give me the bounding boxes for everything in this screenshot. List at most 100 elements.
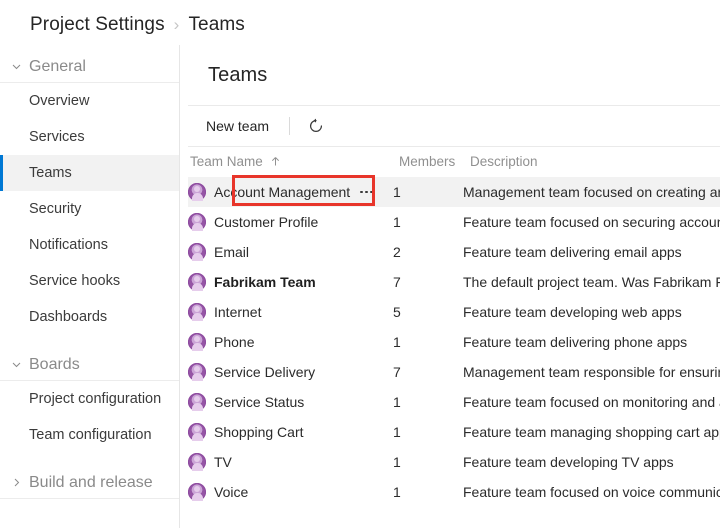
team-avatar-icon (188, 243, 206, 261)
cell-description: Feature team focused on securing account… (463, 214, 720, 230)
sidebar-item-notifications[interactable]: Notifications (0, 227, 179, 263)
table-row[interactable]: Internet 5 Feature team developing web app… (188, 297, 720, 327)
table-row[interactable]: Account Management 1 Management team focus… (188, 177, 720, 207)
cell-description: Feature team developing web apps (463, 304, 682, 320)
breadcrumb-teams[interactable]: Teams (188, 14, 244, 36)
cell-description: Feature team focused on voice communicat… (463, 484, 720, 500)
table-row[interactable]: Customer Profile 1 Feature team focused on… (188, 207, 720, 237)
sidebar-group-spacer (0, 335, 179, 349)
cell-team-name[interactable]: Service Delivery (188, 363, 393, 381)
team-avatar-icon (188, 393, 206, 411)
cell-team-name[interactable]: Email (188, 243, 393, 261)
chevron-right-icon (8, 475, 24, 491)
sidebar-item-label: Overview (29, 93, 90, 109)
toolbar-divider (289, 117, 291, 135)
cell-team-name[interactable]: Service Status (188, 393, 393, 411)
cell-description: Feature team delivering phone apps (463, 334, 688, 350)
breadcrumb: Project Settings › Teams (30, 11, 245, 39)
column-header-team-name[interactable]: Team Name (188, 154, 395, 169)
team-name-link[interactable]: Account Management (214, 185, 350, 199)
team-name-link[interactable]: Fabrikam Team (214, 275, 316, 289)
sidebar-item-service-hooks[interactable]: Service hooks (0, 263, 179, 299)
column-header-members[interactable]: Members (395, 154, 469, 169)
cell-members-count: 7 (393, 274, 401, 290)
cell-description: Feature team delivering email apps (463, 244, 682, 260)
cell-members-count: 1 (393, 184, 401, 200)
table-row[interactable]: Phone 1 Feature team delivering phone apps (188, 327, 720, 357)
sidebar-item-overview[interactable]: Overview (0, 83, 179, 119)
team-name-link[interactable]: Phone (214, 335, 254, 349)
cell-members-count: 1 (393, 214, 401, 230)
sidebar-item-label: Security (29, 201, 82, 217)
cell-team-name[interactable]: Internet (188, 303, 393, 321)
team-name-link[interactable]: Voice (214, 485, 248, 499)
team-avatar-icon (188, 183, 206, 201)
page-title: Teams (208, 64, 268, 86)
chevron-down-icon (8, 357, 24, 373)
cell-description: The default project team. Was Fabrikam F… (463, 274, 720, 290)
team-name-link[interactable]: Service Status (214, 395, 304, 409)
team-avatar-icon (188, 423, 206, 441)
settings-sidebar: General Overview Services Teams Security Noti… (0, 45, 180, 528)
team-avatar-icon (188, 213, 206, 231)
cell-description: Feature team developing TV apps (463, 454, 674, 470)
team-name-link[interactable]: TV (214, 455, 232, 469)
cell-members-count: 7 (393, 364, 401, 380)
team-avatar-icon (188, 453, 206, 471)
column-header-description[interactable]: Description (469, 154, 720, 169)
sidebar-item-label: Notifications (29, 237, 108, 253)
cell-description: Feature team managing shopping cart apps (463, 424, 720, 440)
table-row[interactable]: Fabrikam Team 7 The default project team. … (188, 267, 720, 297)
sidebar-item-team-configuration[interactable]: Team configuration (0, 417, 179, 453)
cell-team-name[interactable]: Voice (188, 483, 393, 501)
cell-members-count: 1 (393, 394, 401, 410)
cell-members-count: 2 (393, 244, 401, 260)
sidebar-group-general[interactable]: General (0, 51, 179, 83)
cell-team-name[interactable]: Shopping Cart (188, 423, 393, 441)
team-name-link[interactable]: Customer Profile (214, 215, 318, 229)
sidebar-item-dashboards[interactable]: Dashboards (0, 299, 179, 335)
sidebar-item-label: Teams (29, 165, 72, 181)
team-avatar-icon (188, 483, 206, 501)
sidebar-group-boards[interactable]: Boards (0, 349, 179, 381)
team-name-link[interactable]: Email (214, 245, 249, 259)
table-row[interactable]: Voice 1 Feature team focused on voice comm… (188, 477, 720, 507)
cell-team-name[interactable]: Fabrikam Team (188, 273, 393, 291)
table-row[interactable]: TV 1 Feature team developing TV apps (188, 447, 720, 477)
column-header-team-name-label: Team Name (190, 154, 263, 169)
breadcrumb-project-settings[interactable]: Project Settings (30, 14, 165, 36)
sidebar-item-teams[interactable]: Teams (0, 155, 179, 191)
sidebar-group-build-and-release[interactable]: Build and release (0, 467, 179, 499)
table-body: Account Management 1 Management team focus… (188, 177, 720, 507)
cell-members-count: 5 (393, 304, 401, 320)
cell-team-name[interactable]: Account Management (188, 183, 393, 201)
main-content: Teams New team Team Name Members Descrip… (180, 45, 720, 528)
table-row[interactable]: Service Status 1 Feature team focused on m… (188, 387, 720, 417)
sidebar-item-security[interactable]: Security (0, 191, 179, 227)
breadcrumb-separator-icon: › (173, 15, 180, 34)
sidebar-group-label: Build and release (29, 473, 153, 491)
refresh-icon[interactable] (302, 112, 330, 140)
sidebar-item-label: Project configuration (29, 391, 162, 407)
table-row[interactable]: Email 2 Feature team delivering email apps (188, 237, 720, 267)
team-avatar-icon (188, 363, 206, 381)
sidebar-item-label: Dashboards (29, 309, 108, 325)
cell-team-name[interactable]: Phone (188, 333, 393, 351)
new-team-button[interactable]: New team (200, 114, 275, 138)
team-name-link[interactable]: Internet (214, 305, 261, 319)
cell-members-count: 1 (393, 454, 401, 470)
sidebar-group-label: General (29, 57, 86, 75)
cell-team-name[interactable]: Customer Profile (188, 213, 393, 231)
sidebar-item-project-configuration[interactable]: Project configuration (0, 381, 179, 417)
team-name-link[interactable]: Service Delivery (214, 365, 315, 379)
table-header-row: Team Name Members Description (188, 146, 720, 177)
cell-members-count: 1 (393, 334, 401, 350)
row-more-actions-icon[interactable] (360, 190, 373, 194)
sidebar-item-services[interactable]: Services (0, 119, 179, 155)
team-avatar-icon (188, 273, 206, 291)
team-name-link[interactable]: Shopping Cart (214, 425, 304, 439)
table-row[interactable]: Shopping Cart 1 Feature team managing shop… (188, 417, 720, 447)
cell-team-name[interactable]: TV (188, 453, 393, 471)
table-row[interactable]: Service Delivery 7 Management team respons… (188, 357, 720, 387)
cell-description: Feature team focused on monitoring and a… (463, 394, 720, 410)
